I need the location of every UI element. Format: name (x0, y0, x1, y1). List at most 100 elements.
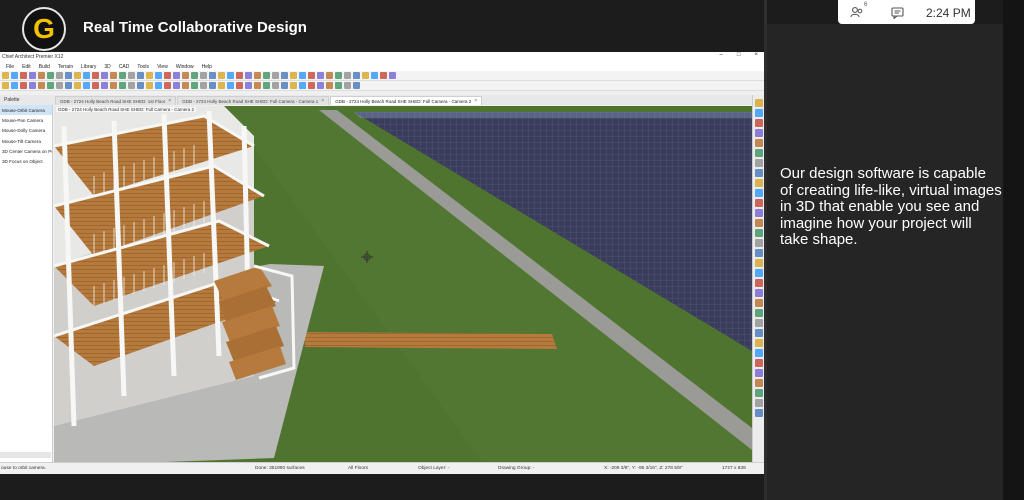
toolbar-tool-icon[interactable] (272, 72, 279, 79)
menu-file[interactable]: File (6, 64, 14, 70)
toolbar-tool-icon[interactable] (83, 82, 90, 89)
menu-help[interactable]: Help (202, 64, 212, 70)
palette-item-dolly[interactable]: Mouse-Dolly Camera (0, 126, 52, 136)
toolbar-tool-icon[interactable] (335, 82, 342, 89)
toolbar-tool-icon[interactable] (344, 72, 351, 79)
toolbar-tool-icon[interactable] (128, 82, 135, 89)
toolbar-tool-icon[interactable] (245, 72, 252, 79)
toolbar-tool-icon[interactable] (754, 179, 763, 187)
toolbar-tool-icon[interactable] (173, 72, 180, 79)
maximize-button[interactable]: □ (737, 52, 741, 58)
toolbar-tool-icon[interactable] (344, 82, 351, 89)
toolbar-tool-icon[interactable] (754, 359, 763, 367)
toolbar-tool-icon[interactable] (11, 72, 18, 79)
toolbar-tool-icon[interactable] (128, 72, 135, 79)
people-icon[interactable] (850, 5, 864, 23)
toolbar-tool-icon[interactable] (137, 82, 144, 89)
toolbar-tool-icon[interactable] (754, 269, 763, 277)
toolbar-tool-icon[interactable] (110, 72, 117, 79)
toolbar-tool-icon[interactable] (245, 82, 252, 89)
toolbar-tool-icon[interactable] (2, 72, 9, 79)
toolbar-tool-icon[interactable] (218, 82, 225, 89)
menu-tools[interactable]: Tools (137, 64, 149, 70)
toolbar-tool-icon[interactable] (38, 72, 45, 79)
toolbar-tool-icon[interactable] (38, 82, 45, 89)
toolbar-tool-icon[interactable] (56, 82, 63, 89)
toolbar-tool-icon[interactable] (335, 72, 342, 79)
toolbar-tool-icon[interactable] (236, 82, 243, 89)
toolbar-tool-icon[interactable] (754, 399, 763, 407)
toolbar-tool-icon[interactable] (362, 72, 369, 79)
palette-item-tilt[interactable]: Mouse-Tilt Camera (0, 136, 52, 146)
toolbar-tool-icon[interactable] (254, 82, 261, 89)
palette-item-focus[interactable]: 3D Focus on Object (0, 156, 52, 166)
toolbar-tool-icon[interactable] (754, 409, 763, 417)
toolbar-tool-icon[interactable] (754, 209, 763, 217)
toolbar-tool-icon[interactable] (83, 72, 90, 79)
toolbar-tool-icon[interactable] (191, 82, 198, 89)
toolbar-tool-icon[interactable] (754, 369, 763, 377)
toolbar-tool-icon[interactable] (182, 82, 189, 89)
palette-scrollbar[interactable] (0, 452, 51, 458)
3d-viewport[interactable] (54, 106, 752, 474)
menu-cad[interactable]: CAD (119, 64, 130, 70)
menu-edit[interactable]: Edit (22, 64, 31, 70)
toolbar-tool-icon[interactable] (227, 72, 234, 79)
toolbar-tool-icon[interactable] (119, 72, 126, 79)
toolbar-tool-icon[interactable] (754, 99, 763, 107)
toolbar-tool-icon[interactable] (371, 72, 378, 79)
toolbar-tool-icon[interactable] (326, 72, 333, 79)
toolbar-tool-icon[interactable] (146, 72, 153, 79)
toolbar-tool-icon[interactable] (299, 82, 306, 89)
toolbar-tool-icon[interactable] (754, 299, 763, 307)
chat-icon[interactable] (891, 6, 904, 24)
menu-terrain[interactable]: Terrain (58, 64, 73, 70)
toolbar-tool-icon[interactable] (754, 389, 763, 397)
toolbar-tool-icon[interactable] (92, 72, 99, 79)
toolbar-tool-icon[interactable] (92, 82, 99, 89)
toolbar-tool-icon[interactable] (299, 72, 306, 79)
toolbar-tool-icon[interactable] (290, 72, 297, 79)
toolbar-tool-icon[interactable] (317, 82, 324, 89)
toolbar-tool-icon[interactable] (20, 82, 27, 89)
toolbar-tool-icon[interactable] (155, 72, 162, 79)
toolbar-tool-icon[interactable] (65, 72, 72, 79)
toolbar-tool-icon[interactable] (754, 109, 763, 117)
toolbar-tool-icon[interactable] (754, 289, 763, 297)
toolbar-tool-icon[interactable] (182, 72, 189, 79)
tab-close-icon[interactable]: × (168, 98, 171, 104)
palette-item-center[interactable]: 3D Center Camera on Point (0, 146, 52, 156)
toolbar-tool-icon[interactable] (754, 129, 763, 137)
tab-camera-1[interactable]: GDB - 2724 Holly Beach Road SHE SHED: Fu… (177, 96, 330, 105)
menu-window[interactable]: Window (176, 64, 194, 70)
toolbar-tool-icon[interactable] (101, 72, 108, 79)
toolbar-tool-icon[interactable] (200, 72, 207, 79)
toolbar-tool-icon[interactable] (119, 82, 126, 89)
toolbar-tool-icon[interactable] (754, 189, 763, 197)
toolbar-tool-icon[interactable] (754, 329, 763, 337)
menu-view[interactable]: View (157, 64, 168, 70)
toolbar-tool-icon[interactable] (353, 72, 360, 79)
toolbar-tool-icon[interactable] (110, 82, 117, 89)
toolbar-tool-icon[interactable] (754, 159, 763, 167)
toolbar-tool-icon[interactable] (137, 72, 144, 79)
toolbar-tool-icon[interactable] (74, 72, 81, 79)
toolbar-tool-icon[interactable] (11, 82, 18, 89)
toolbar-tool-icon[interactable] (754, 279, 763, 287)
toolbar-tool-icon[interactable] (164, 82, 171, 89)
tab-close-icon[interactable]: × (474, 98, 477, 104)
toolbar-tool-icon[interactable] (47, 72, 54, 79)
toolbar-tool-icon[interactable] (389, 72, 396, 79)
toolbar-tool-icon[interactable] (173, 82, 180, 89)
toolbar-tool-icon[interactable] (65, 82, 72, 89)
toolbar-tool-icon[interactable] (2, 82, 9, 89)
toolbar-tool-icon[interactable] (754, 239, 763, 247)
tab-camera-2[interactable]: GDB - 2724 Holly Beach Road SHE SHED: Fu… (330, 96, 483, 105)
toolbar-tool-icon[interactable] (326, 82, 333, 89)
toolbar-tool-icon[interactable] (200, 82, 207, 89)
toolbar-tool-icon[interactable] (754, 379, 763, 387)
toolbar-tool-icon[interactable] (101, 82, 108, 89)
toolbar-tool-icon[interactable] (754, 139, 763, 147)
toolbar-tool-icon[interactable] (29, 72, 36, 79)
toolbar-tool-icon[interactable] (191, 72, 198, 79)
